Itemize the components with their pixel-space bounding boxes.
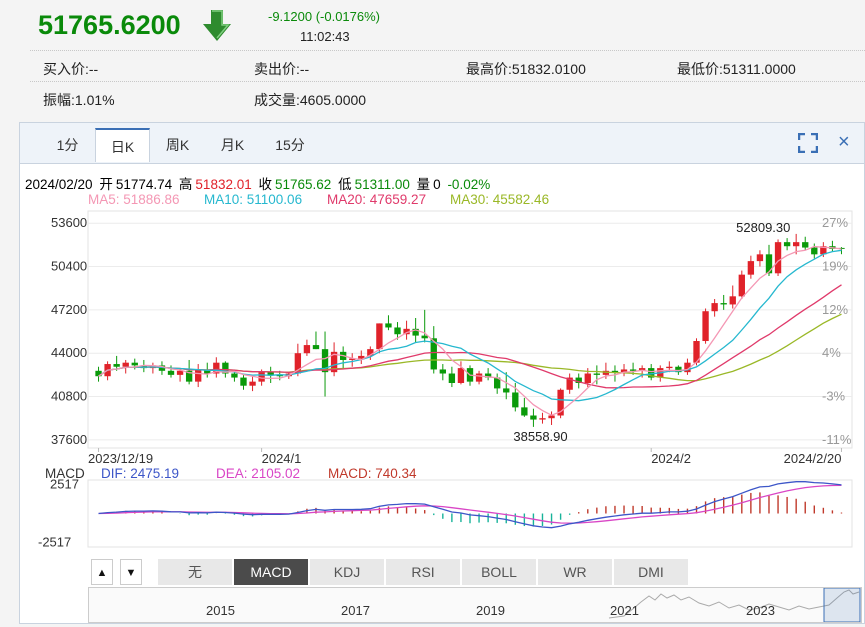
pct-tick-label: 27% <box>822 215 848 230</box>
scroll-up-button[interactable]: ▲ <box>91 559 113 585</box>
high-price: 最高价:51832.0100 <box>466 61 586 77</box>
amplitude: 振幅:1.01% <box>43 92 115 108</box>
indicator-none[interactable]: 无 <box>158 559 233 585</box>
candle-body <box>539 418 546 420</box>
candle-body <box>783 242 791 247</box>
pct-tick-label: 4% <box>822 345 841 360</box>
candle-body <box>593 373 601 375</box>
candlestick-chart: 53600 27% 50400 19% 47200 12% 44000 4% 40800 -3% 3… <box>38 210 853 550</box>
down-arrow-icon <box>203 10 231 41</box>
max-price-label: 52809.30 <box>736 220 790 235</box>
candle-body <box>475 373 483 382</box>
candle-body <box>584 373 591 383</box>
candle-body <box>521 407 528 416</box>
volume: 成交量:4605.0000 <box>254 92 367 108</box>
candle-body <box>439 369 446 374</box>
indicator-boll[interactable]: BOLL <box>462 559 537 585</box>
indicator-wr[interactable]: WR <box>538 559 613 585</box>
candle-body <box>811 247 818 255</box>
overview-year-2019: 2019 <box>476 603 505 618</box>
candle-body <box>503 388 510 393</box>
candle-body <box>240 377 247 386</box>
last-price: 51765.6200 <box>38 10 181 40</box>
candle-body <box>394 327 401 335</box>
overview-year-2017: 2017 <box>341 603 370 618</box>
price-tick-label: 50400 <box>51 259 87 274</box>
candle-body <box>457 368 465 383</box>
scroll-down-button[interactable]: ▼ <box>120 559 142 585</box>
ma5-line <box>98 245 842 416</box>
price-tick-label: 53600 <box>51 215 87 230</box>
candle-body <box>548 415 555 419</box>
candle-body <box>421 335 428 339</box>
overview-year-2023: 2023 <box>746 603 775 618</box>
min-price-label: 38558.90 <box>513 429 567 444</box>
candle-body <box>303 345 311 354</box>
candle-body <box>312 345 320 350</box>
candle-body <box>258 372 265 382</box>
candle-body <box>512 392 519 408</box>
candle-body <box>666 366 673 369</box>
indicator-rsi[interactable]: RSI <box>386 559 461 585</box>
pct-tick-label: -11% <box>822 432 852 447</box>
x-tick-label: 2024/2/20 <box>784 451 842 466</box>
price-tick-label: 47200 <box>51 302 87 317</box>
candle-body <box>711 303 718 312</box>
x-tick-label: 2023/12/19 <box>88 451 153 466</box>
macd-tick-label: -2517 <box>38 535 71 550</box>
candle-body <box>231 373 238 378</box>
pct-tick-label: -3% <box>822 389 846 404</box>
candle-body <box>385 323 392 328</box>
macd-title: MACD <box>45 466 85 481</box>
bid-price: 买入价:-- <box>43 61 99 77</box>
x-tick-label: 2024/1 <box>262 451 302 466</box>
x-tick-label: 2024/2 <box>651 451 691 466</box>
candle-body <box>167 370 175 375</box>
candle-body <box>176 370 184 375</box>
indicator-macd[interactable]: MACD <box>234 559 309 585</box>
low-price: 最低价:51311.0000 <box>677 61 796 77</box>
price-tick-label: 37600 <box>51 432 87 447</box>
candle-body <box>702 311 709 342</box>
pct-tick-label: 12% <box>822 302 848 317</box>
candle-body <box>747 261 755 275</box>
price-change: -9.1200 (-0.0176%) <box>268 9 381 24</box>
candle-body <box>448 373 456 383</box>
candle-body <box>738 274 745 297</box>
dif-legend: DIF: 2475.19 <box>101 466 180 481</box>
candle-body <box>376 323 383 350</box>
price-tick-label: 44000 <box>51 345 87 360</box>
candle-body <box>756 254 764 262</box>
candle-body <box>249 381 256 386</box>
main-plot-frame <box>87 210 853 449</box>
candle-body <box>629 369 637 371</box>
candle-body <box>530 415 537 420</box>
candle-body <box>729 296 736 305</box>
dea-legend: DEA: 2105.02 <box>216 466 301 481</box>
quote-time: 11:02:43 <box>300 29 350 44</box>
quote-header: 51765.6200 -9.1200 (-0.0176%) 11:02:43 <box>0 0 865 50</box>
price-tick-label: 40800 <box>51 389 87 404</box>
candle-body <box>774 242 782 274</box>
candle-body <box>113 364 120 367</box>
candle-body <box>802 242 809 248</box>
candle-body <box>122 362 129 367</box>
candle-body <box>195 369 202 382</box>
chart-panel: 1分 日K 周K 月K 15分 × 2024/02/20 开 51774.74 高… <box>19 122 865 624</box>
candle-body <box>765 254 773 274</box>
candle-body <box>720 303 727 305</box>
pct-tick-label: 19% <box>822 259 848 274</box>
macd-value-legend: MACD: 740.34 <box>328 466 417 481</box>
overview-year-2015: 2015 <box>206 603 235 618</box>
indicator-dmi[interactable]: DMI <box>614 559 689 585</box>
candle-body <box>131 362 138 366</box>
quote-info-table: 买入价:-- 卖出价:-- 最高价:51832.0100 最低价:51311.0… <box>30 50 865 114</box>
indicator-kdj[interactable]: KDJ <box>310 559 385 585</box>
overview-year-2021: 2021 <box>610 603 639 618</box>
ask-price: 卖出价:-- <box>254 61 310 77</box>
candle-body <box>792 242 800 247</box>
